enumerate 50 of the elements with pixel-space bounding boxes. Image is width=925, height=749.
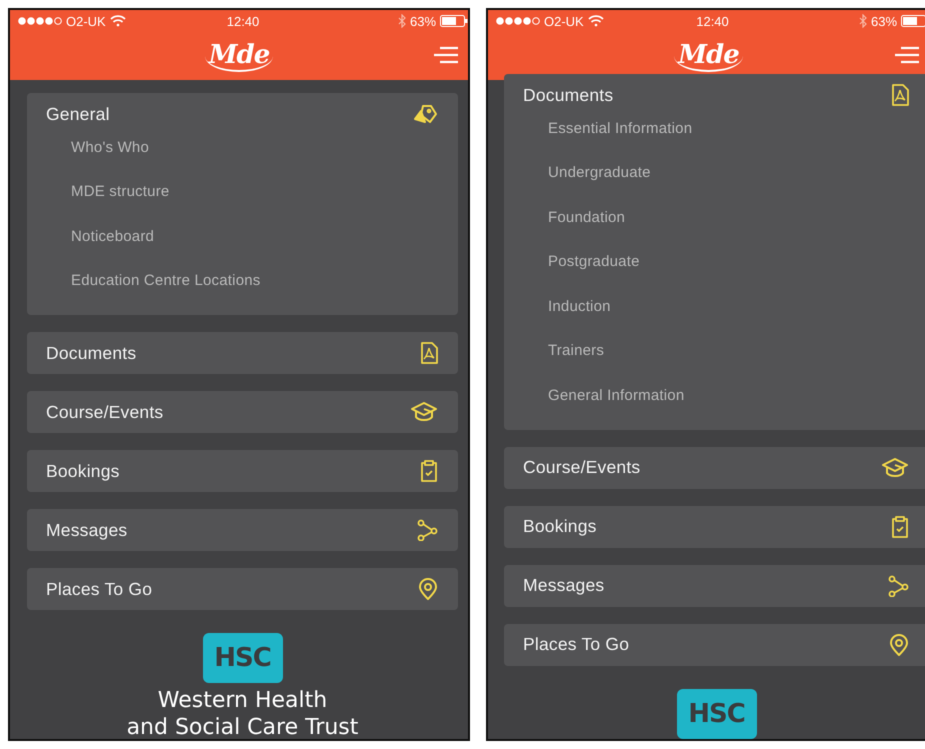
submenu-item[interactable]: Foundation — [548, 195, 626, 240]
signal-icon — [496, 17, 540, 25]
location-pin-icon — [889, 634, 909, 656]
pdf-file-icon — [420, 342, 438, 364]
signal-icon — [18, 17, 62, 25]
menu-item[interactable]: Messages — [504, 564, 925, 606]
menu-icon[interactable] — [893, 46, 919, 64]
menu-item[interactable]: Documents — [27, 332, 458, 374]
menu-item[interactable]: Messages — [27, 509, 458, 551]
submenu-item[interactable]: General Information — [548, 373, 684, 418]
carrier-name: O2-UK — [544, 14, 584, 28]
bluetooth-icon — [398, 14, 406, 28]
menu-item[interactable]: Course/Events — [504, 446, 925, 488]
bluetooth-icon — [858, 14, 867, 28]
pdf-file-icon — [891, 84, 909, 106]
wifi-icon — [588, 15, 604, 27]
clock-time: 12:40 — [696, 14, 729, 28]
menu-item[interactable]: Course/Events — [27, 391, 458, 433]
menu-item[interactable]: Bookings — [504, 506, 925, 548]
hsc-logo: HSC — [202, 633, 282, 683]
clock-time: 12:40 — [226, 14, 260, 28]
app-logo: Mde — [674, 40, 743, 72]
menu-item[interactable]: Places To Go — [27, 568, 458, 610]
menu-item[interactable]: Places To Go — [504, 624, 925, 666]
share-icon — [887, 574, 909, 596]
battery-percent: 63% — [870, 14, 898, 28]
carrier-name: O2-UK — [66, 14, 106, 28]
graduation-cap-icon — [881, 456, 909, 478]
clipboard-check-icon — [420, 460, 438, 482]
tag-icon — [412, 103, 438, 125]
location-pin-icon — [418, 578, 438, 600]
submenu-item[interactable]: Induction — [548, 284, 611, 328]
submenu-item[interactable]: Education Centre Locations — [71, 258, 260, 303]
organisation-name: Western Health and Social Care Trust — [126, 687, 358, 739]
battery-icon — [440, 15, 468, 27]
submenu-item[interactable]: Undergraduate — [548, 150, 651, 195]
hsc-logo: HSC — [676, 688, 756, 738]
submenu-item[interactable]: Trainers — [548, 328, 604, 373]
battery-icon — [901, 15, 925, 27]
menu-icon[interactable] — [432, 46, 458, 64]
submenu-item[interactable]: Postgraduate — [548, 240, 640, 284]
menu-item[interactable]: Bookings — [27, 450, 458, 492]
submenu-item[interactable]: MDE structure — [71, 170, 170, 214]
submenu-item[interactable]: Noticeboard — [71, 214, 154, 258]
share-icon — [416, 519, 438, 541]
wifi-icon — [110, 15, 126, 27]
app-logo: Mde — [204, 40, 274, 72]
clipboard-check-icon — [891, 516, 909, 538]
graduation-cap-icon — [410, 401, 438, 423]
battery-percent: 63% — [410, 14, 436, 28]
